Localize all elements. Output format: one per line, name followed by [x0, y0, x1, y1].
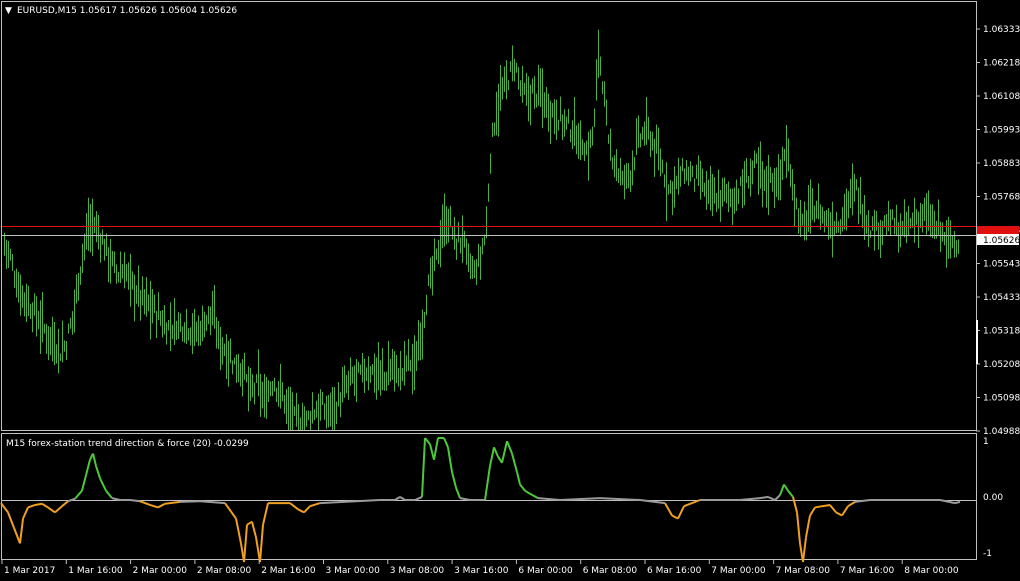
indicator-axis: 1 0.00 -1	[983, 437, 1003, 559]
indicator-segment	[821, 503, 831, 508]
axis-scroll-marker[interactable]	[976, 320, 978, 364]
indicator-segment	[129, 499, 141, 503]
time-tick-label: 6 Mar 08:00	[583, 566, 638, 576]
price-tick-label: 1.04988	[983, 427, 1020, 437]
indicator-tick-label: 0.00	[983, 493, 1003, 503]
time-tick-label: 6 Mar 16:00	[647, 566, 702, 576]
price-tick-label: 1.06218	[983, 59, 1020, 69]
time-tick-label: 2 Mar 16:00	[261, 566, 316, 576]
indicator-segment	[34, 502, 43, 506]
time-tick-label: 8 Mar 00:00	[904, 566, 959, 576]
time-tick-label: 2 Mar 08:00	[197, 566, 252, 576]
price-tick-label: 1.05883	[983, 159, 1020, 169]
price-tick-label: 1.05543	[983, 260, 1020, 270]
price-tick-label: 1.05098	[983, 394, 1020, 404]
time-axis: 1 Mar 2017 1 Mar 16:00 2 Mar 00:00 2 Mar 08…	[1, 560, 959, 576]
indicator-header: M15 forex-station trend direction & forc…	[6, 439, 249, 449]
symbol-menu-icon[interactable]: ▼	[5, 6, 12, 16]
time-tick-label: 7 Mar 00:00	[711, 566, 766, 576]
indicator-tick-label: 1	[983, 437, 989, 447]
ask-price-tag	[977, 226, 1019, 235]
indicator-frame	[1, 433, 977, 560]
price-tick-label: 1.05768	[983, 193, 1020, 203]
time-tick-label: 3 Mar 00:00	[326, 566, 381, 576]
time-tick-label: 7 Mar 08:00	[776, 566, 831, 576]
price-tick-label: 1.05208	[983, 360, 1020, 370]
time-tick-label: 7 Mar 16:00	[840, 566, 895, 576]
trading-chart[interactable]: ▼ EURUSD,M15 1.05617 1.05626 1.05604 1.0…	[0, 0, 1020, 581]
current-price-label: 1.05626	[983, 236, 1020, 246]
indicator-segment	[954, 500, 961, 505]
price-tick-label: 1.05318	[983, 327, 1020, 337]
time-tick-label: 1 Mar 16:00	[68, 566, 123, 576]
indicator-segment	[179, 500, 201, 503]
time-tick-label: 2 Mar 00:00	[133, 566, 188, 576]
price-tick-label: 1.06108	[983, 92, 1020, 102]
symbol-header: EURUSD,M15 1.05617 1.05626 1.05604 1.056…	[17, 6, 237, 16]
price-tick-label: 1.06333	[983, 25, 1020, 35]
price-tick-label: 1.05433	[983, 293, 1020, 303]
price-tick-label: 1.05993	[983, 126, 1020, 136]
indicator-segment	[759, 495, 769, 500]
indicator-segment	[814, 505, 823, 509]
indicator-tick-label: -1	[983, 549, 992, 559]
time-tick-label: 1 Mar 2017	[4, 566, 55, 576]
time-tick-label: 3 Mar 08:00	[390, 566, 445, 576]
time-tick-label: 3 Mar 16:00	[454, 566, 509, 576]
time-tick-label: 6 Mar 00:00	[518, 566, 573, 576]
